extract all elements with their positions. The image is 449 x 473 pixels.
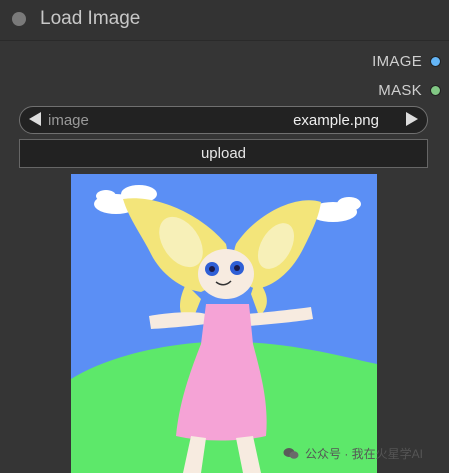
image-preview <box>71 174 377 473</box>
watermark-text: 公众号 · 我在火星学AI <box>305 447 424 461</box>
image-combo-value[interactable]: example.png <box>293 112 379 129</box>
upload-button[interactable]: upload <box>19 139 428 168</box>
output-mask-label: MASK <box>378 81 422 99</box>
wechat-icon <box>283 448 299 459</box>
image-combo-label: image <box>48 112 89 129</box>
collapse-toggle-icon[interactable] <box>12 12 26 26</box>
output-image-slot-icon[interactable] <box>430 55 441 67</box>
output-image[interactable]: IMAGE <box>372 51 441 71</box>
watermark: 公众号 · 我在火星学AI <box>283 445 423 462</box>
child-drawing-image <box>71 174 377 473</box>
output-mask[interactable]: MASK <box>378 80 441 100</box>
node-title: Load Image <box>40 8 141 29</box>
image-combo-widget[interactable]: image example.png <box>19 106 428 134</box>
output-mask-slot-icon[interactable] <box>430 84 441 96</box>
node-header[interactable]: Load Image <box>0 0 449 41</box>
output-image-label: IMAGE <box>372 52 422 70</box>
next-arrow-icon[interactable] <box>406 112 418 126</box>
load-image-node[interactable]: Load Image IMAGE MASK image example.png … <box>0 0 449 473</box>
previous-arrow-icon[interactable] <box>29 112 41 126</box>
